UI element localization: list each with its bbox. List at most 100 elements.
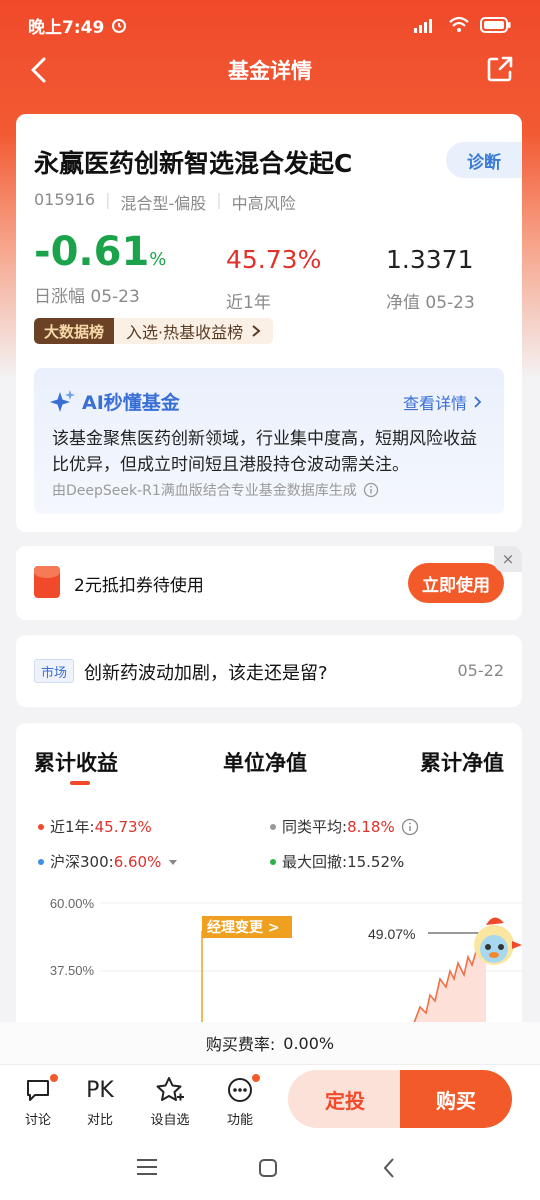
diagnose-button[interactable]: 诊断 — [446, 142, 522, 178]
year-return-stat: 45.73% 近1年 — [226, 240, 321, 313]
daily-change-value: -0.61 — [34, 229, 150, 275]
sparkle-icon — [50, 389, 75, 412]
nav-value: 1.3371 — [386, 245, 474, 274]
fund-name: 永赢医药创新智选混合发起C — [34, 149, 353, 178]
alarm-icon — [112, 19, 127, 33]
add-watchlist-label: 设自选 — [150, 1113, 190, 1128]
bottom-action-bar: 讨论 PK 对比 设自选 功能 定投 购买 — [0, 1064, 540, 1138]
battery-icon — [480, 17, 511, 33]
pk-icon: PK — [86, 1077, 114, 1103]
nav-label: 净值 05-23 — [386, 293, 475, 313]
tab-cumulative-nav[interactable]: 累计净值 — [420, 747, 504, 777]
ai-summary-box: AI秒懂基金 查看详情 该基金聚焦医药创新领域，行业集中度高，短期风险收益比优异… — [34, 368, 504, 514]
notification-dot — [48, 1072, 60, 1084]
menu-icon[interactable] — [136, 1158, 158, 1176]
fund-risk: 中高风险 — [231, 194, 296, 213]
tab-unit-nav[interactable]: 单位净值 — [223, 747, 307, 777]
status-bar: 晚上7:49 — [0, 0, 540, 50]
fee-label: 购买费率: — [205, 1035, 276, 1054]
info-icon[interactable] — [401, 818, 419, 836]
compare-label: 对比 — [86, 1113, 113, 1128]
discuss-label: 讨论 — [24, 1113, 51, 1128]
news-date: 05-22 — [457, 661, 505, 680]
fund-type: 混合型-偏股 — [120, 194, 207, 213]
year-return-label: 近1年 — [226, 293, 271, 313]
legend-dot — [38, 858, 44, 865]
close-icon[interactable]: × — [494, 546, 522, 572]
legend-item-max-drawdown: 最大回撤: 15.52% — [270, 851, 404, 872]
meta-divider: | — [216, 190, 222, 209]
manager-change-label: 经理变更 > — [207, 919, 280, 936]
daily-change-stat: -0.61% 日涨幅 05-23 — [34, 232, 166, 307]
fund-info-card: 永赢医药创新智选混合发起C 诊断 015916 | 混合型-偏股 | 中高风险 … — [16, 114, 522, 532]
chevron-right-icon — [252, 325, 261, 337]
back-nav-icon[interactable] — [382, 1157, 396, 1179]
legend-value: 45.73% — [94, 817, 152, 836]
notification-dot — [250, 1072, 262, 1084]
fund-code: 015916 — [34, 190, 96, 209]
legend-label: 最大回撤: — [282, 853, 348, 871]
news-card[interactable]: 市场 创新药波动加剧，该走还是留? 05-22 — [16, 635, 522, 707]
purchase-fee-bar: 购买费率: 0.00% — [0, 1022, 540, 1064]
return-chart: 60.00% 37.50% 经理变更 > 49.07% — [50, 896, 522, 1023]
functions-label: 功能 — [226, 1113, 253, 1128]
system-nav-bar — [0, 1138, 540, 1200]
caret-down-icon — [169, 859, 178, 865]
bigdata-tag: 大数据榜 — [34, 318, 115, 344]
share-icon[interactable] — [486, 55, 514, 83]
y-tick-label: 60.00% — [50, 896, 95, 911]
compare-button[interactable]: PK 对比 — [76, 1075, 124, 1129]
use-coupon-button[interactable]: 立即使用 — [408, 563, 504, 603]
legend-item-year: 近1年: 45.73% — [38, 816, 152, 837]
news-title: 创新药波动加剧，该走还是留? — [84, 663, 328, 684]
ai-description: 该基金聚焦医药创新领域，行业集中度高，短期风险收益比优异，但成立时间短且港股持仓… — [52, 429, 477, 475]
bigdata-text: 入选·热基收益榜 — [126, 323, 244, 342]
legend-value: 8.18% — [347, 817, 395, 836]
legend-dot — [38, 823, 44, 830]
add-watchlist-button[interactable]: 设自选 — [146, 1075, 194, 1128]
legend-item-category-average: 同类平均: 8.18% — [270, 816, 419, 837]
legend-value: 15.52% — [347, 852, 405, 871]
legend-dot — [270, 823, 276, 830]
year-return-value: 45.73% — [226, 245, 322, 274]
ai-footer: 由DeepSeek-R1满血版结合专业基金数据库生成 — [52, 483, 357, 499]
chevron-right-icon — [474, 396, 482, 408]
status-time: 晚上7:49 — [28, 17, 105, 38]
active-tab-indicator — [70, 781, 90, 785]
wifi-icon — [449, 16, 469, 32]
fund-meta: 015916 | 混合型-偏股 | 中高风险 — [34, 190, 296, 214]
legend-label: 近1年: — [50, 818, 95, 836]
more-functions-button[interactable]: 功能 — [216, 1072, 264, 1128]
legend-dot — [270, 858, 276, 865]
page-title: 基金详情 — [228, 59, 312, 83]
mascot-icon — [474, 917, 522, 965]
ai-view-details-link[interactable]: 查看详情 — [403, 390, 482, 414]
tab-cumulative-return[interactable]: 累计收益 — [34, 747, 118, 777]
legend-label: 同类平均: — [282, 818, 348, 836]
star-plus-icon — [156, 1077, 184, 1101]
fee-value: 0.00% — [283, 1033, 335, 1053]
signal-icon — [414, 19, 432, 33]
meta-divider: | — [105, 190, 111, 209]
bigdata-ranking-badge[interactable]: 大数据榜 入选·热基收益榜 — [34, 318, 274, 344]
legend-value: 6.60% — [113, 852, 162, 871]
coupon-card: 2元抵扣券待使用 立即使用 × — [16, 546, 522, 620]
legend-label: 沪深300: — [50, 853, 114, 871]
auto-invest-button[interactable]: 定投 — [288, 1070, 402, 1128]
ai-title: AI秒懂基金 — [82, 392, 180, 414]
nav-stat: 1.3371 净值 05-23 — [386, 240, 475, 313]
ai-link-label: 查看详情 — [402, 394, 467, 413]
coupon-text: 2元抵扣券待使用 — [74, 576, 204, 596]
back-icon[interactable] — [26, 56, 52, 84]
info-icon[interactable] — [363, 482, 379, 498]
y-tick-label: 37.50% — [50, 963, 95, 978]
legend-item-csi300[interactable]: 沪深300: 6.60% — [38, 851, 179, 872]
buy-button[interactable]: 购买 — [400, 1070, 512, 1128]
red-envelope-icon — [34, 566, 60, 598]
daily-change-unit: % — [149, 249, 167, 270]
discuss-button[interactable]: 讨论 — [14, 1072, 62, 1128]
home-icon[interactable] — [258, 1158, 278, 1178]
nav-bar: 基金详情 — [0, 50, 540, 90]
chart-end-value: 49.07% — [368, 926, 415, 942]
daily-change-label: 日涨幅 05-23 — [34, 287, 140, 307]
